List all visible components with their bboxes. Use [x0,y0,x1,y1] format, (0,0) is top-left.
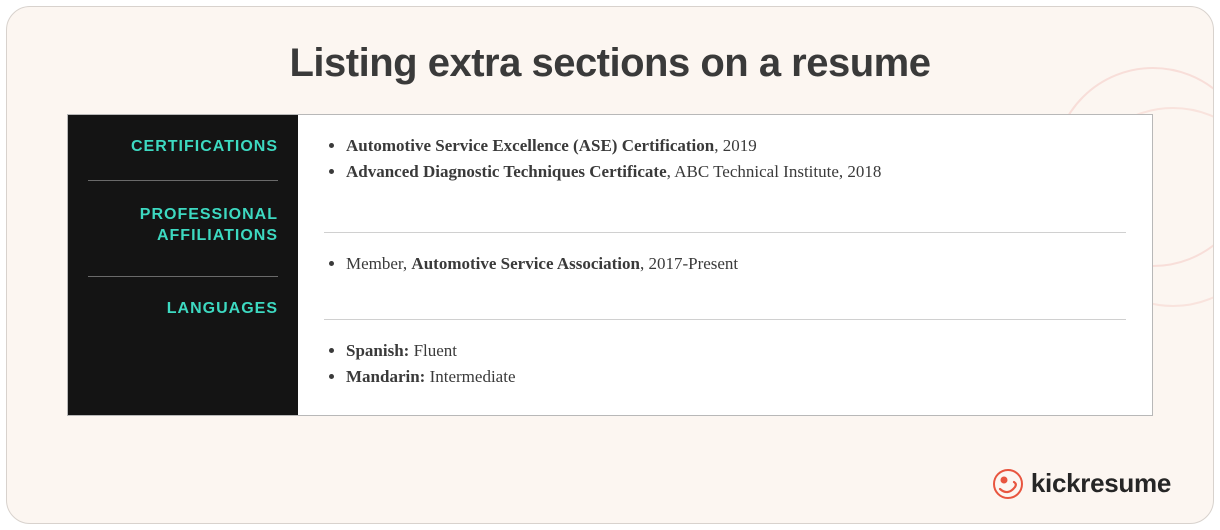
resume-sidebar: CERTIFICATIONS PROFESSIONAL AFFILIATIONS… [68,115,298,415]
lang-level: Fluent [409,341,457,360]
brand: kickresume [993,468,1171,499]
sidebar-label-line2: AFFILIATIONS [157,227,278,244]
lang-name: Mandarin: [346,367,425,386]
affil-name: Automotive Service Association [411,254,640,273]
content-languages: Spanish: Fluent Mandarin: Intermediate [324,320,1126,415]
cert-name: Automotive Service Excellence (ASE) Cert… [346,136,714,155]
sidebar-label-languages: LANGUAGES [68,277,298,342]
sidebar-label-certifications: CERTIFICATIONS [68,115,298,180]
brand-name: kickresume [1031,468,1171,499]
affil-prefix: Member, [346,254,411,273]
sidebar-label-line1: PROFESSIONAL [140,206,278,223]
cert-name: Advanced Diagnostic Techniques Certifica… [346,162,667,181]
list-item: Advanced Diagnostic Techniques Certifica… [346,159,1126,185]
list-item: Automotive Service Excellence (ASE) Cert… [346,133,1126,159]
content-affiliations: Member, Automotive Service Association, … [324,233,1126,319]
page-title: Listing extra sections on a resume [7,7,1213,114]
list-item: Spanish: Fluent [346,338,1126,364]
lang-level: Intermediate [425,367,515,386]
list-item: Member, Automotive Service Association, … [346,251,1126,277]
document-card: Listing extra sections on a resume CERTI… [6,6,1214,524]
cert-meta: , 2019 [714,136,757,155]
affil-meta: , 2017-Present [640,254,738,273]
list-item: Mandarin: Intermediate [346,364,1126,390]
content-certifications: Automotive Service Excellence (ASE) Cert… [324,115,1126,232]
resume-example-box: CERTIFICATIONS PROFESSIONAL AFFILIATIONS… [67,114,1153,416]
brand-logo-icon [993,469,1023,499]
cert-meta: , ABC Technical Institute, 2018 [667,162,882,181]
sidebar-label-affiliations: PROFESSIONAL AFFILIATIONS [68,181,298,277]
resume-content: Automotive Service Excellence (ASE) Cert… [298,115,1152,415]
lang-name: Spanish: [346,341,409,360]
